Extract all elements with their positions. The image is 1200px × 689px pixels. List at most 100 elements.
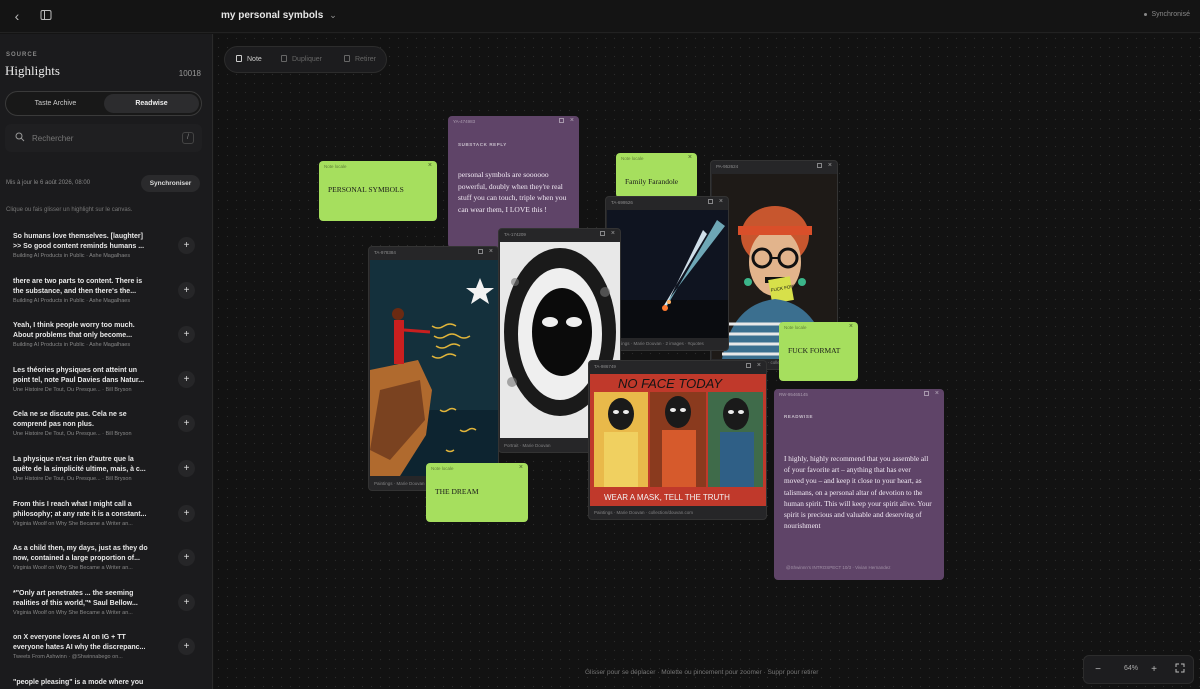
chevron-down-icon: ⌄ <box>329 10 337 20</box>
highlight-item[interactable]: Les théories physiques ont atteint un po… <box>0 366 212 410</box>
highlight-item[interactable]: From this I reach what I might call a ph… <box>0 500 212 544</box>
board-title-dropdown[interactable]: my personal symbols ⌄ <box>221 10 337 21</box>
open-icon[interactable] <box>924 391 929 396</box>
close-icon[interactable]: × <box>719 198 723 205</box>
highlight-source: Une Histoire De Tout, Ou Presque... · Bi… <box>13 387 132 393</box>
card-id: Note locale <box>431 466 454 471</box>
quote-card-readwise[interactable]: RW-95465145 × READWISE I highly, highly … <box>774 389 944 580</box>
back-icon[interactable]: ‹ <box>9 8 25 24</box>
search-shortcut-key: / <box>182 132 194 144</box>
canvas[interactable]: Note Dupliquer Retirer YA-474983 × SUBST… <box>214 34 1200 689</box>
highlight-source: Tweets From Ashwinn · @Shwinnabego on... <box>13 654 123 660</box>
close-icon[interactable]: × <box>849 323 853 330</box>
sync-button[interactable]: Synchroniser <box>141 175 200 192</box>
add-highlight-button[interactable]: + <box>178 549 195 566</box>
close-icon[interactable]: × <box>757 362 761 369</box>
card-header: RW-95465145 × <box>774 389 944 401</box>
highlight-item[interactable]: As a child then, my days, just as they d… <box>0 544 212 588</box>
sync-status-label: Synchronisé <box>1151 11 1190 18</box>
status-dot-icon <box>1144 12 1148 16</box>
highlight-item[interactable]: Yeah, I think people worry too much. Abo… <box>0 321 212 365</box>
card-header: TA-699526 × <box>606 197 728 209</box>
note-card-personal-symbols[interactable]: Note locale × PERSONAL SYMBOLS <box>319 161 437 221</box>
highlight-text: As a child then, my days, just as they d… <box>13 545 148 562</box>
card-header: TA-986749 × <box>589 361 766 373</box>
card-caption: Paintings · Marie Douvan · 2 images · #q… <box>611 341 704 346</box>
highlight-item[interactable]: there are two parts to content. There is… <box>0 277 212 321</box>
add-highlight-button[interactable]: + <box>178 326 195 343</box>
no-face-today-painting: NO FACE TODAY WEAR A MASK, TELL THE TRUT… <box>590 374 766 506</box>
card-header: PA-952624 × <box>711 161 837 173</box>
add-highlight-button[interactable]: + <box>178 638 195 655</box>
quote-source-label: SUBSTACK REPLY <box>458 142 507 147</box>
card-id: TA-978384 <box>374 250 396 255</box>
tab-taste-archive[interactable]: Taste Archive <box>8 94 103 113</box>
zoom-in-button[interactable]: + <box>1147 663 1161 677</box>
add-highlight-button[interactable]: + <box>178 505 195 522</box>
add-highlight-button[interactable]: + <box>178 415 195 432</box>
light-beam-photo <box>607 210 728 338</box>
add-highlight-button[interactable]: + <box>178 594 195 611</box>
fullscreen-icon[interactable] <box>1173 663 1187 677</box>
card-id: PA-952624 <box>716 164 739 169</box>
open-icon[interactable] <box>817 163 822 168</box>
highlight-source: Virginia Woolf on Why She Became a Write… <box>13 521 133 527</box>
card-caption: Paintings · Marie Douvan · collection/do… <box>594 510 694 515</box>
open-icon[interactable] <box>478 249 483 254</box>
board-title: my personal symbols <box>221 10 324 21</box>
card-id: TA-174209 <box>504 232 526 237</box>
image-card-cliff-woman[interactable]: TA-978384 × Paintings · Marie Douvan <box>368 246 499 491</box>
close-icon[interactable]: × <box>489 248 493 255</box>
add-highlight-button[interactable]: + <box>178 282 195 299</box>
highlight-text: La physique n'est rien d'autre que la qu… <box>13 456 146 473</box>
highlight-item[interactable]: "people pleasing" is a mode where you <box>0 678 212 689</box>
sidebar-toggle-icon[interactable] <box>38 8 54 24</box>
highlight-item[interactable]: La physique n'est rien d'autre que la qu… <box>0 455 212 499</box>
open-icon[interactable] <box>708 199 713 204</box>
card-id: TA-986749 <box>594 364 616 369</box>
duplicate-button[interactable]: Dupliquer <box>281 55 322 63</box>
card-header: TA-174209 × <box>499 229 620 241</box>
open-icon[interactable] <box>746 363 751 368</box>
close-icon[interactable]: × <box>935 390 939 397</box>
close-icon[interactable]: × <box>428 162 432 169</box>
last-updated: Mis à jour le 6 août 2026, 08:00 <box>6 180 91 186</box>
note-button-label: Note <box>247 56 262 63</box>
note-card-fuck-format[interactable]: Note locale × FUCK FORMAT <box>779 322 858 381</box>
add-highlight-button[interactable]: + <box>178 237 195 254</box>
close-icon[interactable]: × <box>570 117 574 124</box>
note-card-the-dream[interactable]: Note locale × THE DREAM <box>426 463 528 522</box>
close-icon[interactable]: × <box>828 162 832 169</box>
close-icon[interactable]: × <box>688 154 692 161</box>
note-button[interactable]: Note <box>236 55 262 63</box>
highlight-item[interactable]: *"Only art penetrates ... the seeming re… <box>0 589 212 633</box>
close-icon[interactable]: × <box>519 464 523 471</box>
highlight-item[interactable]: on X everyone loves AI on IG + TT everyo… <box>0 633 212 677</box>
zoom-controls: − 64% + <box>1083 655 1194 684</box>
card-header: Note locale × <box>319 161 437 173</box>
image-card-light-beam[interactable]: TA-699526 × Paintings · Marie Douvan · 2… <box>605 196 729 351</box>
open-icon[interactable] <box>600 231 605 236</box>
card-header: Note locale × <box>426 463 528 475</box>
card-header: YA-474983 × <box>448 116 579 128</box>
open-icon[interactable] <box>559 118 564 123</box>
add-highlight-button[interactable]: + <box>178 460 195 477</box>
note-card-family-farandole[interactable]: Note locale × Family Farandole <box>616 153 697 198</box>
close-icon[interactable]: × <box>611 230 615 237</box>
highlight-source: Virginia Woolf on Why She Became a Write… <box>13 565 133 571</box>
highlight-text: Les théories physiques ont atteint un po… <box>13 367 145 384</box>
note-text: PERSONAL SYMBOLS <box>328 185 404 194</box>
add-highlight-button[interactable]: + <box>178 371 195 388</box>
zoom-out-button[interactable]: − <box>1091 663 1105 677</box>
trash-icon <box>344 55 350 62</box>
search-field[interactable]: Rechercher / <box>5 124 202 152</box>
highlight-item[interactable]: So humans love themselves. [laughter] >>… <box>0 232 212 276</box>
sidebar: SOURCE Highlights 10018 Taste Archive Re… <box>0 34 213 689</box>
remove-button[interactable]: Retirer <box>344 55 376 63</box>
highlight-item[interactable]: Cela ne se discute pas. Cela ne se compr… <box>0 410 212 454</box>
image-card-no-face-today[interactable]: TA-986749 × NO FACE TODAY WEAR A MASK, T… <box>588 360 767 520</box>
highlight-text: From this I reach what I might call a ph… <box>13 501 147 518</box>
painting-headline-text: NO FACE TODAY <box>618 376 723 391</box>
tab-readwise[interactable]: Readwise <box>104 94 199 113</box>
search-input[interactable]: Rechercher <box>32 134 73 143</box>
